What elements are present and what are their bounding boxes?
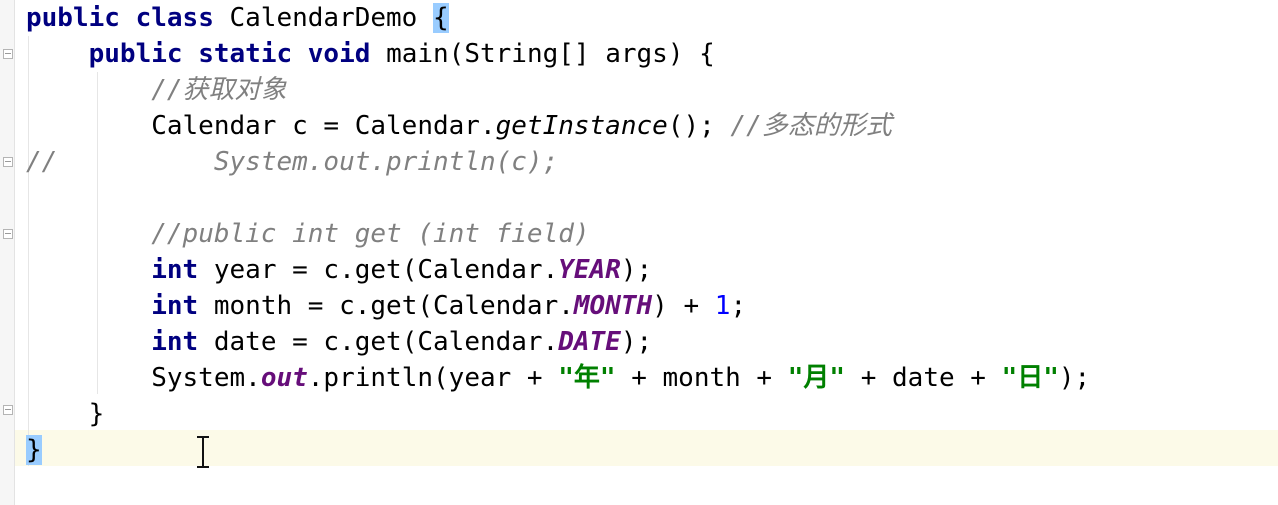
code-line[interactable]: } [26,396,105,432]
code-line[interactable]: } [26,432,42,468]
code-token: System.out.println(c); [213,147,559,177]
code-token: int [151,327,214,357]
code-token: class [135,3,230,33]
code-token: year = c.get(Calendar. [213,255,559,285]
code-token: void [307,39,387,69]
code-line[interactable]: //public int get (int field) [26,216,590,252]
code-line[interactable]: // System.out.println(c); [26,144,558,180]
code-token: out [260,363,308,393]
fold-marker-icon[interactable] [3,229,13,239]
code-token: date = c.get(Calendar. [213,327,559,357]
code-token: int [151,255,214,285]
code-line[interactable]: Calendar c = Calendar.getInstance(); //多… [26,108,892,144]
editor-gutter [0,0,15,505]
code-token: MONTH [573,291,653,321]
code-token: getInstance [495,111,668,141]
code-token: Calendar c = Calendar. [26,111,496,141]
code-line[interactable]: //获取对象 [26,72,287,108]
code-line[interactable]: int month = c.get(Calendar.MONTH) + 1; [26,288,746,324]
code-token: static [198,39,308,69]
code-token: //public int get (int field) [151,219,590,249]
fold-marker-icon[interactable] [3,49,13,59]
text-cursor-icon [196,436,210,468]
code-token: ); [620,255,653,285]
fold-marker-icon[interactable] [3,157,13,167]
code-token: + date + [845,363,1002,393]
code-token: } [26,399,105,429]
code-token: (); [667,111,731,141]
code-token: ) + [652,291,715,321]
code-token: DATE [558,327,621,357]
code-token: .println(year + [307,363,559,393]
code-token: ; [730,291,747,321]
code-token: } [26,435,42,465]
code-token: "月" [787,363,846,393]
code-token: YEAR [558,255,621,285]
code-editor[interactable]: public class CalendarDemo { public stati… [0,0,1278,505]
code-token: public [26,3,136,33]
code-token: public [88,39,199,69]
code-token: { [433,3,449,33]
code-token: ); [1058,363,1091,393]
fold-marker-icon[interactable] [3,405,13,415]
code-line[interactable]: public class CalendarDemo { [26,0,449,36]
code-token: //获取对象 [151,75,287,105]
code-line[interactable]: int date = c.get(Calendar.DATE); [26,324,652,360]
code-line[interactable]: public static void main(String[] args) { [26,36,715,72]
code-token: System. [26,363,261,393]
code-token: int [151,291,214,321]
code-token: "日" [1001,363,1059,393]
code-token: main(String[] args) { [386,39,715,69]
code-token: // [26,147,58,177]
code-token: + month + [615,363,788,393]
code-token: ); [620,327,653,357]
code-token: 1 [714,291,731,321]
code-line[interactable]: System.out.println(year + "年" + month + … [26,360,1090,396]
code-token: CalendarDemo [229,3,433,33]
code-line[interactable]: int year = c.get(Calendar.YEAR); [26,252,652,288]
code-token: "年" [558,363,616,393]
code-token: month = c.get(Calendar. [213,291,574,321]
code-token: //多态的形式 [730,111,892,141]
